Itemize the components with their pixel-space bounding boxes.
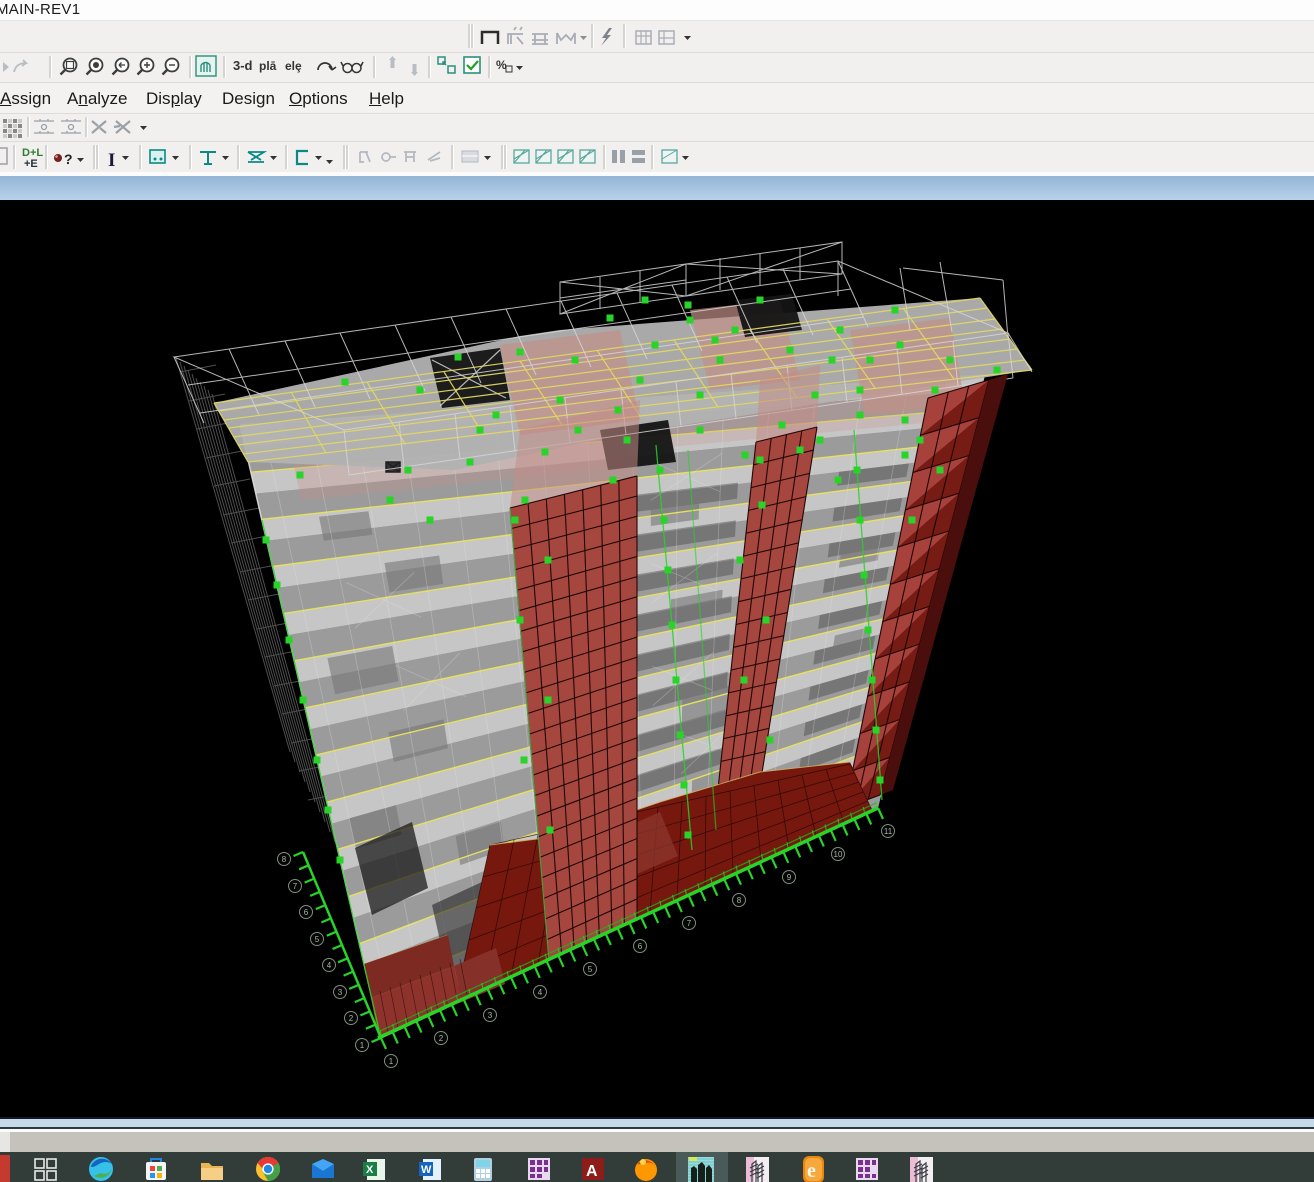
svg-text:A: A — [586, 1163, 598, 1180]
svg-text:X: X — [366, 1164, 374, 1176]
svg-text:W: W — [421, 1164, 432, 1176]
svg-text:e: e — [807, 1160, 816, 1182]
